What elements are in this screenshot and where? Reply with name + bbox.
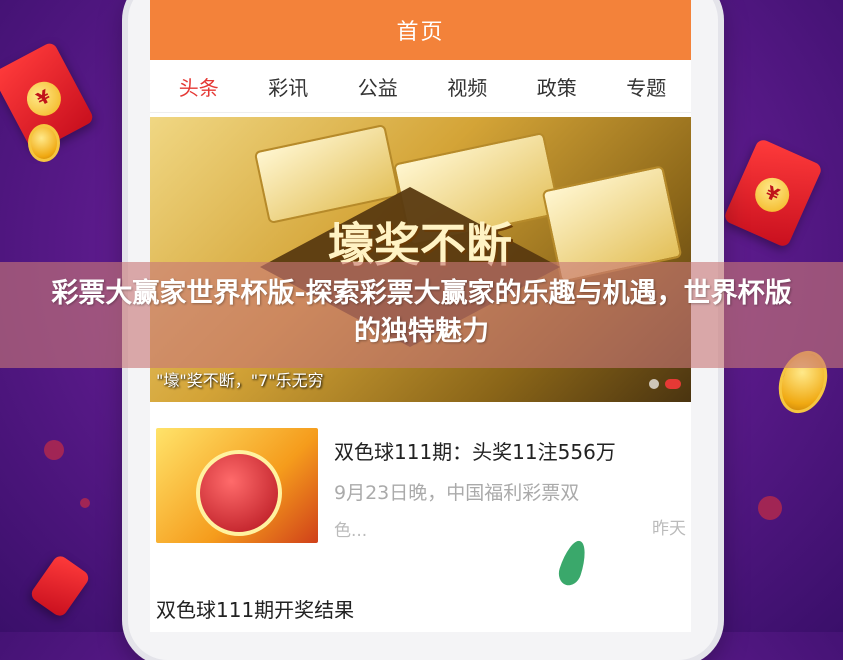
tab-video[interactable]: 视频 [423, 72, 513, 101]
decor-dot [80, 498, 90, 508]
tab-lottery-news[interactable]: 彩讯 [244, 72, 334, 101]
news-summary-continued: 色... [334, 521, 368, 541]
tab-policy[interactable]: 政策 [512, 72, 602, 101]
tab-topics[interactable]: 专题 [602, 72, 692, 101]
carousel-dot-active[interactable] [665, 379, 681, 389]
decor-dot [44, 440, 64, 460]
lottery-ball-image [196, 450, 282, 536]
news-thumbnail [156, 428, 318, 543]
header-title: 首页 [396, 20, 445, 45]
news-summary: 9月23日晚，中国福利彩票双 [334, 482, 580, 504]
news-item-title[interactable]: 双色球111期开奖结果 [156, 594, 354, 623]
news-time: 昨天 [652, 519, 686, 539]
red-envelope-icon: ¥ [722, 137, 824, 249]
carousel-indicator[interactable] [649, 379, 681, 389]
overlay-title: 彩票大赢家世界杯版-探索彩票大赢家的乐趣与机遇，世界杯版的独特魅力 [51, 278, 792, 347]
banner-caption: "壕"奖不断，"7"乐无穷 [156, 371, 324, 390]
news-title: 双色球111期：头奖11注556万 [334, 440, 616, 464]
category-tabs: 头条 彩讯 公益 视频 政策 专题 [150, 60, 691, 113]
gold-coin-icon [28, 124, 60, 162]
yuan-seal-icon: ¥ [749, 172, 795, 218]
tab-charity[interactable]: 公益 [333, 72, 423, 101]
app-header: 首页 [150, 0, 691, 60]
carousel-dot[interactable] [649, 379, 659, 389]
decor-dot [758, 496, 782, 520]
news-item[interactable]: 双色球111期：头奖11注556万 9月23日晚，中国福利彩票双 色... 昨天 [156, 428, 686, 543]
tab-headlines[interactable]: 头条 [154, 72, 244, 101]
red-envelope-icon [28, 553, 92, 619]
yuan-seal-icon: ¥ [20, 75, 67, 122]
